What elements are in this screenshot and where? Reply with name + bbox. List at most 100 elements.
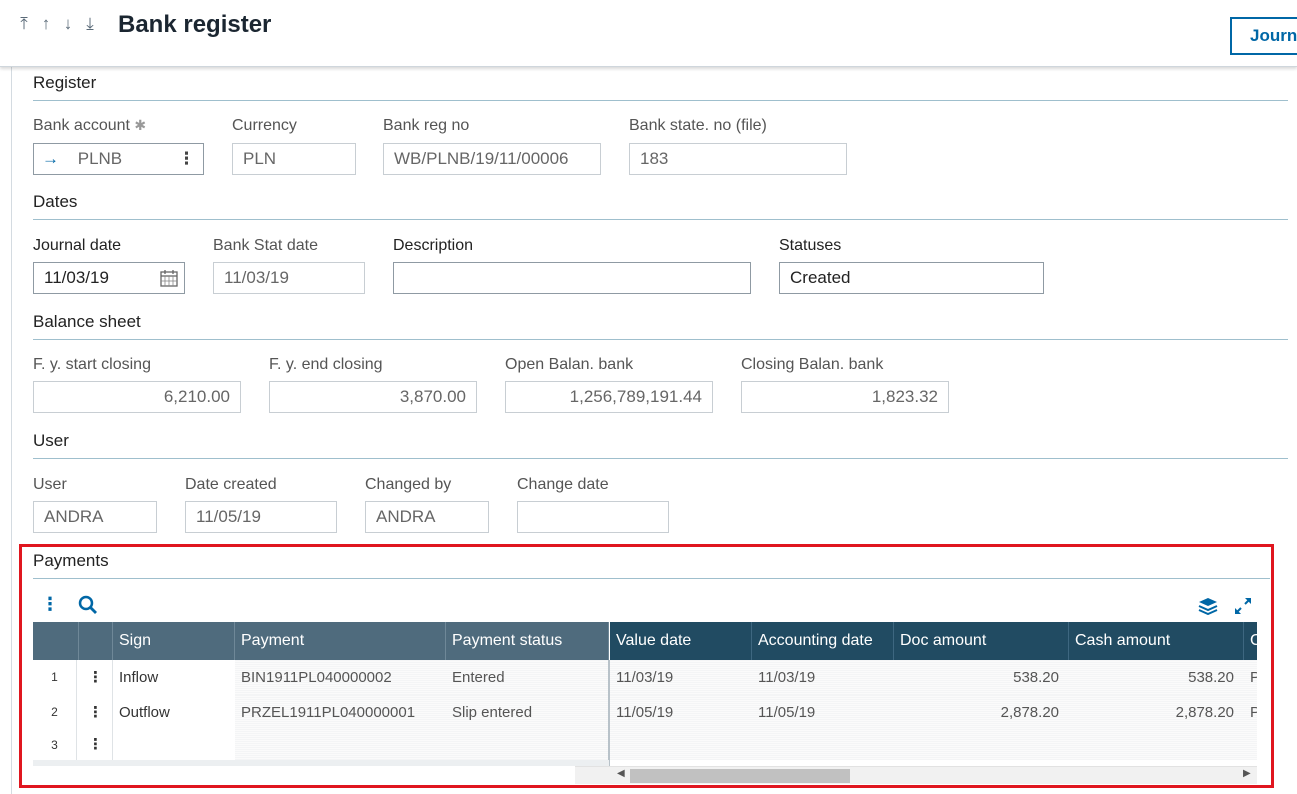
row-number: 2 <box>33 695 77 730</box>
search-icon[interactable] <box>78 595 98 615</box>
cell-c[interactable]: P <box>1244 660 1257 695</box>
first-record-icon[interactable]: ⤒ <box>16 14 32 34</box>
header-sign[interactable]: Sign <box>113 622 235 660</box>
open-balance-bank-field[interactable]: 1,256,789,191.44 <box>505 381 713 413</box>
cell-doc-amount[interactable]: 538.20 <box>894 660 1069 695</box>
header-doc-amount[interactable]: Doc amount <box>894 622 1069 660</box>
cell-sign[interactable]: Inflow <box>113 660 235 695</box>
left-rail <box>11 67 12 794</box>
cell-payment[interactable]: BIN1911PL040000002 <box>235 660 446 695</box>
statuses-field[interactable]: Created <box>779 262 1044 294</box>
cell-accounting-date[interactable]: 11/03/19 <box>752 660 894 695</box>
fy-end-closing-field[interactable]: 3,870.00 <box>269 381 477 413</box>
row-menu-icon[interactable]: ⋮ <box>79 730 113 760</box>
expand-icon[interactable] <box>1233 596 1253 616</box>
closing-balance-bank-label: Closing Balan. bank <box>741 356 884 373</box>
header-accounting-date[interactable]: Accounting date <box>752 622 894 660</box>
row-number: 1 <box>33 660 77 695</box>
header-payment-status[interactable]: Payment status <box>446 622 609 660</box>
link-arrow-icon[interactable]: → <box>42 149 59 168</box>
page-title: Bank register <box>118 11 272 38</box>
cell-accounting-date[interactable]: 11/05/19 <box>752 695 894 730</box>
frozen-column-divider <box>608 660 610 766</box>
record-navigation: ⤒ ↑ ↓ ⤓ <box>16 14 98 34</box>
grid-footer-frozen <box>33 760 609 766</box>
table-row[interactable]: 1 ⋮ Inflow BIN1911PL040000002 Entered 11… <box>33 660 1257 695</box>
bank-account-field[interactable]: → PLNB ⋮ <box>33 143 204 175</box>
currency-label: Currency <box>232 117 297 134</box>
currency-field[interactable]: PLN <box>232 143 356 175</box>
section-register-title: Register <box>33 73 97 92</box>
header-rownum <box>33 622 79 660</box>
next-record-icon[interactable]: ↓ <box>60 14 76 34</box>
cell-payment-status[interactable]: Slip entered <box>446 695 608 730</box>
fy-end-closing-label: F. y. end closing <box>269 356 383 373</box>
section-divider <box>33 100 1288 101</box>
cell-value-date[interactable]: 11/05/19 <box>610 695 752 730</box>
fy-start-closing-field[interactable]: 6,210.00 <box>33 381 241 413</box>
header-value-date[interactable]: Value date <box>610 622 752 660</box>
cell-c[interactable]: P <box>1244 695 1257 730</box>
cell-value-date[interactable]: 11/03/19 <box>610 660 752 695</box>
table-row[interactable]: 2 ⋮ Outflow PRZEL1911PL040000001 Slip en… <box>33 695 1257 730</box>
user-field[interactable]: ANDRA <box>33 501 157 533</box>
previous-record-icon[interactable]: ↑ <box>38 14 54 34</box>
cell-cash-amount[interactable]: 538.20 <box>1069 660 1244 695</box>
bank-stat-date-field[interactable]: 11/03/19 <box>213 262 365 294</box>
cell-sign[interactable]: Outflow <box>113 695 235 730</box>
bank-account-value: PLNB <box>77 149 123 168</box>
change-date-field[interactable] <box>517 501 669 533</box>
row-menu-icon[interactable]: ⋮ <box>79 695 113 730</box>
bank-reg-no-label: Bank reg no <box>383 117 470 134</box>
fy-start-closing-label: F. y. start closing <box>33 356 151 373</box>
section-divider <box>33 339 1288 340</box>
row-number: 3 <box>33 730 77 760</box>
payments-grid: Sign Payment Payment status Value date A… <box>33 622 1257 766</box>
journal-date-value: 11/03/19 <box>44 268 109 287</box>
bank-stat-date-label: Bank Stat date <box>213 237 318 254</box>
header-payment[interactable]: Payment <box>235 622 446 660</box>
scrollbar-thumb[interactable] <box>630 769 850 783</box>
cell-payment[interactable] <box>235 730 446 760</box>
changed-by-field[interactable]: ANDRA <box>365 501 489 533</box>
cell-sign[interactable] <box>113 730 235 760</box>
header-cash-amount[interactable]: Cash amount <box>1069 622 1244 660</box>
cell-payment-status[interactable]: Entered <box>446 660 608 695</box>
section-balance-title: Balance sheet <box>33 312 141 331</box>
last-record-icon[interactable]: ⤓ <box>82 14 98 34</box>
open-balance-bank-label: Open Balan. bank <box>505 356 634 373</box>
scroll-left-icon[interactable]: ◀ <box>617 768 625 779</box>
field-menu-icon[interactable]: ⋮ <box>178 144 195 174</box>
changed-by-label: Changed by <box>365 476 452 493</box>
bank-state-no-label: Bank state. no (file) <box>629 117 767 134</box>
closing-balance-bank-field[interactable]: 1,823.32 <box>741 381 949 413</box>
grid-header-scroll: Value date Accounting date Doc amount Ca… <box>610 622 1257 660</box>
user-label: User <box>33 476 67 493</box>
section-divider <box>33 458 1288 459</box>
row-menu-icon[interactable]: ⋮ <box>79 660 113 695</box>
bank-state-no-field[interactable]: 183 <box>629 143 847 175</box>
grid-menu-icon[interactable]: ⋮ <box>41 594 59 615</box>
cell-empty-scroll[interactable] <box>610 730 1257 760</box>
cell-payment-status[interactable] <box>446 730 608 760</box>
layers-icon[interactable] <box>1198 597 1218 615</box>
page-header: ⤒ ↑ ↓ ⤓ Bank register Journ <box>0 0 1297 67</box>
cell-payment[interactable]: PRZEL1911PL040000001 <box>235 695 446 730</box>
journal-button[interactable]: Journ <box>1230 17 1297 55</box>
statuses-label: Statuses <box>779 237 842 254</box>
journal-date-label: Journal date <box>33 237 122 254</box>
description-field[interactable] <box>393 262 751 294</box>
horizontal-scrollbar[interactable]: ◀ ▶ <box>575 766 1257 784</box>
scroll-right-icon[interactable]: ▶ <box>1243 768 1251 779</box>
cell-cash-amount[interactable]: 2,878.20 <box>1069 695 1244 730</box>
description-label: Description <box>393 237 474 254</box>
journal-date-field[interactable]: 11/03/19 <box>33 262 185 294</box>
section-dates-title: Dates <box>33 192 78 211</box>
cell-doc-amount[interactable]: 2,878.20 <box>894 695 1069 730</box>
header-c[interactable]: C <box>1244 622 1257 660</box>
bank-reg-no-field[interactable]: WB/PLNB/19/11/00006 <box>383 143 601 175</box>
date-created-field[interactable]: 11/05/19 <box>185 501 337 533</box>
section-payments-title: Payments <box>33 551 109 570</box>
change-date-label: Change date <box>517 476 609 493</box>
calendar-icon[interactable] <box>160 270 178 287</box>
